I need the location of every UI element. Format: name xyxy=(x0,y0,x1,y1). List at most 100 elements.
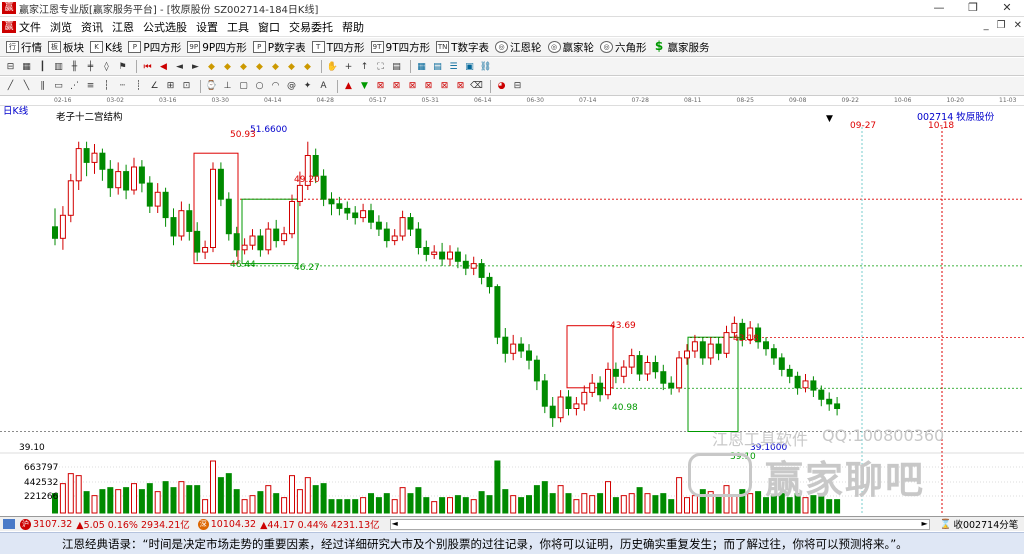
rect-tool-icon[interactable]: ▭ xyxy=(52,80,65,93)
time-tool-icon[interactable]: ⌚ xyxy=(205,80,218,93)
square-tool-icon[interactable]: ▢ xyxy=(237,80,250,93)
spiral-tool-icon[interactable]: @ xyxy=(285,80,298,93)
link-icon[interactable]: ⛓ xyxy=(479,60,492,73)
close-icon[interactable]: ✕ xyxy=(990,0,1024,17)
box-tool-icon[interactable]: ⊡ xyxy=(180,80,193,93)
diamond-3-icon[interactable]: ◆ xyxy=(237,60,250,73)
menu-gann[interactable]: 江恩 xyxy=(112,19,134,35)
note-icon[interactable]: ▣ xyxy=(463,60,476,73)
star-tool-icon[interactable]: ✦ xyxy=(301,80,314,93)
mark-tool-icon[interactable]: ⊠ xyxy=(374,80,387,93)
fan-tool-icon[interactable]: ⋰ xyxy=(68,80,81,93)
toolbar-9t-square-button[interactable]: 9T 9T四方形 xyxy=(370,40,430,55)
menu-help[interactable]: 帮助 xyxy=(342,19,364,35)
restore-icon[interactable]: ❐ xyxy=(956,0,990,17)
vline-tool-icon[interactable]: ┆ xyxy=(100,80,113,93)
child-minimize-icon[interactable]: _ xyxy=(984,20,989,31)
diamond-6-icon[interactable]: ◆ xyxy=(285,60,298,73)
menu-browse[interactable]: 浏览 xyxy=(50,19,72,35)
dropdown-arrow-icon[interactable]: ▼ xyxy=(826,114,833,124)
bar-chart-icon[interactable]: ▥ xyxy=(52,60,65,73)
sz-index-block[interactable]: 深 10104.32 ▲44.17 0.44% 4231.13亿 xyxy=(196,517,380,531)
toolbar-quotes-button[interactable]: 行行情 xyxy=(6,40,42,55)
child-close-icon[interactable]: ✕ xyxy=(1014,20,1022,31)
grid-icon[interactable]: ▦ xyxy=(415,60,428,73)
menu-tools[interactable]: 工具 xyxy=(227,19,249,35)
child-restore-icon[interactable]: ❐ xyxy=(997,20,1006,31)
parallel-tool-icon[interactable]: ∥ xyxy=(36,80,49,93)
mark-up-icon[interactable]: ▲ xyxy=(342,80,355,93)
mark-tool-3-icon[interactable]: ⊠ xyxy=(406,80,419,93)
crosshair-icon[interactable]: + xyxy=(342,60,355,73)
kline-chart[interactable]: 日K线 老子十二宫结构 002714 牧原股份 ▼ 09-27 10-18 51… xyxy=(0,103,1024,515)
flag-icon[interactable]: ⚑ xyxy=(116,60,129,73)
arrow-up-icon[interactable]: ↑ xyxy=(358,60,371,73)
candle-alt-icon[interactable]: ╪ xyxy=(84,60,97,73)
back-icon[interactable]: ◄ xyxy=(173,60,186,73)
volume-bar xyxy=(628,493,635,514)
prev-icon[interactable]: ◀ xyxy=(157,60,170,73)
candle-icon[interactable]: ╫ xyxy=(68,60,81,73)
forward-icon[interactable]: ► xyxy=(189,60,202,73)
gift-icon[interactable]: ⛶ xyxy=(374,60,387,73)
angle-tool-icon[interactable]: ∠ xyxy=(148,80,161,93)
scroll-left-icon[interactable]: ◄ xyxy=(392,519,398,528)
status-scrollbar[interactable]: ◄ ► xyxy=(389,518,930,530)
scroll-right-icon[interactable]: ► xyxy=(921,519,927,528)
color-icon[interactable]: ◕ xyxy=(495,80,508,93)
ray-tool-icon[interactable]: ╲ xyxy=(20,80,33,93)
toolbar-t-square-button[interactable]: T T四方形 xyxy=(311,40,365,55)
status-bar: 沪 3107.32 ▲5.05 0.16% 2934.21亿 深 10104.3… xyxy=(0,516,1024,531)
line-tool-icon[interactable]: ╱ xyxy=(4,80,17,93)
hand-icon[interactable]: ✋ xyxy=(326,60,339,73)
minimize-icon[interactable]: — xyxy=(922,0,956,17)
mark-tool-4-icon[interactable]: ⊠ xyxy=(422,80,435,93)
pattern-icon[interactable]: ▦ xyxy=(20,60,33,73)
toolbar-service-button[interactable]: $ 赢家服务 xyxy=(653,40,710,55)
toolbar-sector-button[interactable]: 板板块 xyxy=(48,40,84,55)
menu-formula[interactable]: 公式选股 xyxy=(143,19,187,35)
diamond-5-icon[interactable]: ◆ xyxy=(269,60,282,73)
width-icon[interactable]: ⊟ xyxy=(511,80,524,93)
menu-settings[interactable]: 设置 xyxy=(196,19,218,35)
toolbar-p-table-button[interactable]: P P数字表 xyxy=(252,40,306,55)
mark-tool-6-icon[interactable]: ⊠ xyxy=(454,80,467,93)
menu-file[interactable]: 文件 xyxy=(19,19,41,35)
toolbar-kline-button[interactable]: K K线 xyxy=(90,40,122,55)
volume-bar xyxy=(99,489,106,514)
toolbar-t-table-button[interactable]: TN T数字表 xyxy=(436,40,489,55)
sh-index-block[interactable]: 沪 3107.32 ▲5.05 0.16% 2934.21亿 xyxy=(0,517,190,531)
arc-tool-icon[interactable]: ◠ xyxy=(269,80,282,93)
menu-window[interactable]: 窗口 xyxy=(258,19,280,35)
layout-icon[interactable]: ⊟ xyxy=(4,60,17,73)
mark-tool-2-icon[interactable]: ⊠ xyxy=(390,80,403,93)
circle-tool-icon[interactable]: ○ xyxy=(253,80,266,93)
price-tool-icon[interactable]: ⊥ xyxy=(221,80,234,93)
toolbar-hexagon-button[interactable]: ◎ 六角形 xyxy=(600,40,647,55)
menu-news[interactable]: 资讯 xyxy=(81,19,103,35)
toolbar-9p-square-button[interactable]: 9P 9P四方形 xyxy=(187,40,247,55)
diamond-2-icon[interactable]: ◆ xyxy=(221,60,234,73)
volume-bar xyxy=(541,481,548,514)
menu-trade[interactable]: 交易委托 xyxy=(289,19,333,35)
chart-type-icon[interactable]: ┃ xyxy=(36,60,49,73)
diamond-7-icon[interactable]: ◆ xyxy=(301,60,314,73)
table-icon[interactable]: ▤ xyxy=(431,60,444,73)
book-icon[interactable]: ▤ xyxy=(390,60,403,73)
fib-tool-icon[interactable]: ≡ xyxy=(84,80,97,93)
toolbar-winner-wheel-button[interactable]: ◎ 赢家轮 xyxy=(547,40,594,55)
first-icon[interactable]: ⏮ xyxy=(141,60,154,73)
list-icon[interactable]: ☰ xyxy=(447,60,460,73)
toolbar-p-square-button[interactable]: P P四方形 xyxy=(128,40,181,55)
toolbar-gann-wheel-button[interactable]: ◎ 江恩轮 xyxy=(495,40,542,55)
diamond-icon[interactable]: ◆ xyxy=(205,60,218,73)
grid-tool-icon[interactable]: ⊞ xyxy=(164,80,177,93)
mark-down-icon[interactable]: ▼ xyxy=(358,80,371,93)
diamond-4-icon[interactable]: ◆ xyxy=(253,60,266,73)
mark-tool-5-icon[interactable]: ⊠ xyxy=(438,80,451,93)
erase-icon[interactable]: ⌫ xyxy=(470,80,483,93)
text-tool-icon[interactable]: A xyxy=(317,80,330,93)
indicator-icon[interactable]: ◊ xyxy=(100,60,113,73)
hline-tool-icon[interactable]: ┄ xyxy=(116,80,129,93)
cycle-tool-icon[interactable]: ┊ xyxy=(132,80,145,93)
